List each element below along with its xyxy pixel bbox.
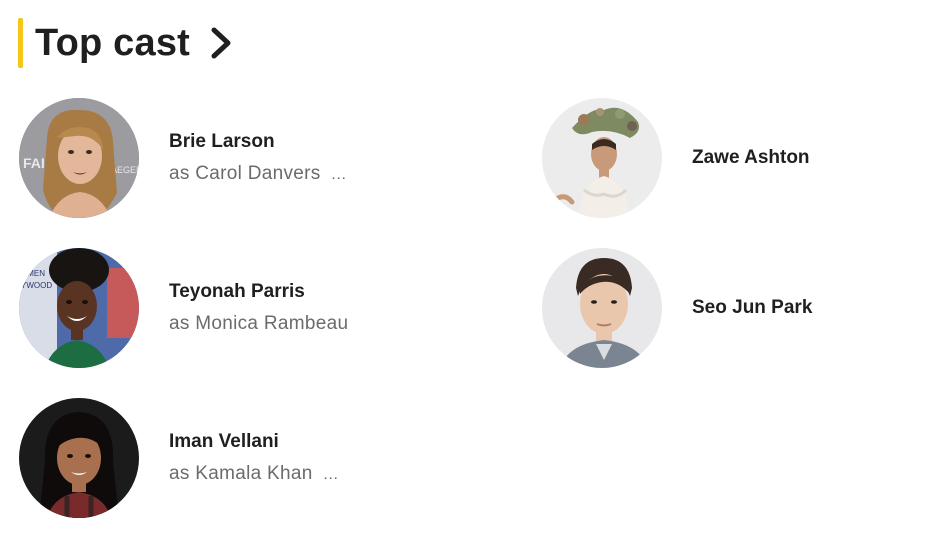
top-cast-header-link[interactable]: Top cast	[18, 18, 234, 68]
cast-info: Brie Larson as Carol Danvers …	[169, 130, 347, 187]
more-roles-ellipsis[interactable]: …	[331, 163, 347, 187]
section-title: Top cast	[35, 21, 191, 64]
actor-name-link[interactable]: Seo Jun Park	[692, 296, 812, 320]
role-row: as Monica Rambeau	[169, 312, 348, 336]
character-role: as Carol Danvers	[169, 162, 321, 184]
avatar[interactable]: OMEN YWOOD	[19, 248, 139, 368]
avatar[interactable]: FAIR AEGER	[19, 98, 139, 218]
cast-item-iman-vellani: Iman Vellani as Kamala Khan …	[19, 398, 339, 518]
cast-info: Iman Vellani as Kamala Khan …	[169, 430, 339, 487]
actor-name-link[interactable]: Teyonah Parris	[169, 280, 348, 304]
cast-item-teyonah-parris: OMEN YWOOD Teyonah Parris as Monica Ramb…	[19, 248, 348, 368]
actor-name-link[interactable]: Brie Larson	[169, 130, 347, 154]
accent-bar	[18, 18, 23, 68]
chevron-right-icon[interactable]	[208, 26, 234, 60]
more-roles-ellipsis[interactable]: …	[323, 463, 339, 487]
character-role: as Kamala Khan	[169, 462, 313, 484]
svg-text:YWOOD: YWOOD	[21, 281, 52, 290]
cast-item-zawe-ashton: Zawe Ashton	[542, 98, 810, 218]
actor-name-link[interactable]: Iman Vellani	[169, 430, 339, 454]
role-row: as Carol Danvers …	[169, 162, 347, 187]
character-role: as Monica Rambeau	[169, 313, 349, 334]
avatar[interactable]	[542, 98, 662, 218]
cast-item-seo-jun-park: Seo Jun Park	[542, 248, 812, 368]
top-cast-section: Top cast FAIR AEGER Brie	[0, 0, 926, 533]
cast-info: Zawe Ashton	[692, 146, 810, 170]
actor-name-link[interactable]: Zawe Ashton	[692, 146, 810, 170]
cast-item-brie-larson: FAIR AEGER Brie Larson as Carol Danvers …	[19, 98, 347, 218]
avatar[interactable]	[542, 248, 662, 368]
cast-info: Seo Jun Park	[692, 296, 812, 320]
cast-info: Teyonah Parris as Monica Rambeau	[169, 280, 348, 336]
avatar[interactable]	[19, 398, 139, 518]
svg-text:OMEN: OMEN	[21, 269, 45, 278]
role-row: as Kamala Khan …	[169, 462, 339, 487]
